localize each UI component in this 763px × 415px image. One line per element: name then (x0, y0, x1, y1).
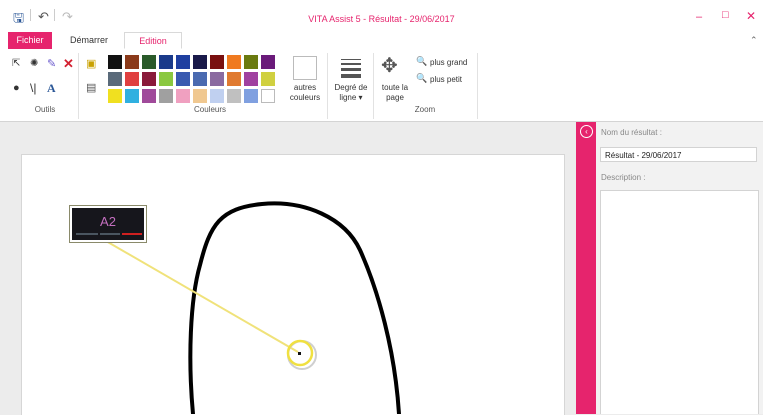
shade-label-box[interactable]: A2 (70, 206, 146, 242)
label-bar (122, 233, 142, 235)
measure-point-center (298, 352, 301, 355)
panel-toggle-strip[interactable] (576, 122, 596, 414)
shade-label-text: A2 (100, 214, 116, 229)
name-label: Nom du résultat : (601, 128, 662, 137)
minimize-button[interactable]: – (696, 11, 702, 23)
collapse-panel-icon[interactable]: ‹ (580, 125, 593, 138)
result-name-field[interactable]: Résultat - 29/06/2017 (600, 147, 757, 162)
description-label: Description : (601, 173, 646, 182)
result-panel: Nom du résultat : Résultat - 29/06/2017 … (596, 122, 763, 414)
close-button[interactable]: ✕ (746, 9, 756, 23)
description-field[interactable] (600, 190, 759, 414)
label-bar (100, 233, 120, 235)
collapse-ribbon-icon[interactable]: ⌃ (750, 35, 758, 46)
maximize-button[interactable]: □ (722, 9, 729, 21)
label-bar (76, 233, 98, 235)
